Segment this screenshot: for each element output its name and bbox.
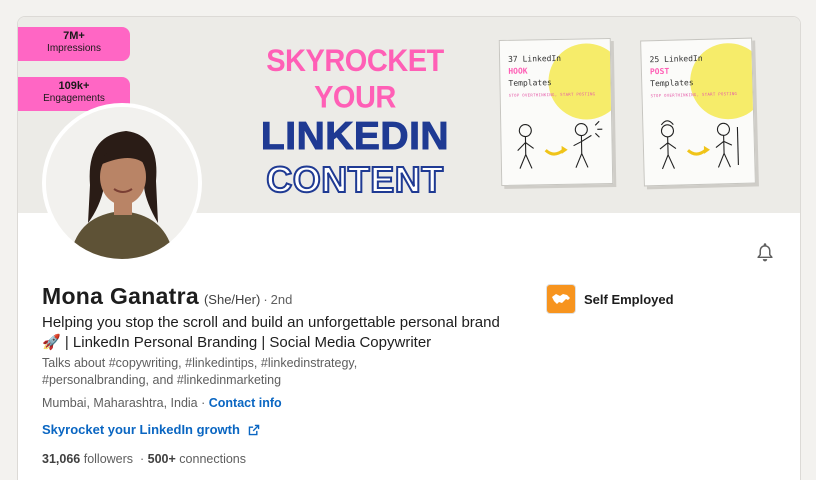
separator-dot: · bbox=[263, 292, 268, 307]
book-title: Templates bbox=[508, 78, 552, 88]
stick-figure-illustration bbox=[659, 120, 739, 170]
location-row: Mumbai, Maharashtra, India · Contact inf… bbox=[42, 396, 282, 410]
separator-dot: · bbox=[197, 396, 209, 410]
location: Mumbai, Maharashtra, India bbox=[42, 396, 198, 410]
stat-value: 7M+ bbox=[63, 30, 85, 42]
handshake-icon bbox=[546, 284, 576, 314]
external-link-label: Skyrocket your LinkedIn growth bbox=[42, 422, 240, 437]
company-name: Self Employed bbox=[584, 291, 674, 307]
connection-degree: 2nd bbox=[270, 292, 293, 307]
banner-headline-line1: SKYROCKET YOUR bbox=[266, 43, 444, 116]
talks-about: Talks about #copywriting, #linkedintips,… bbox=[42, 356, 358, 387]
connections-label[interactable]: connections bbox=[179, 452, 246, 466]
external-website-link[interactable]: Skyrocket your LinkedIn growth bbox=[42, 422, 261, 437]
book-title-key: HOOK bbox=[508, 66, 528, 76]
stat-label: Engagements bbox=[43, 93, 105, 104]
profile-name: Mona Ganatra bbox=[42, 283, 199, 309]
connections-count[interactable]: 500+ bbox=[148, 452, 176, 466]
stat-label: Impressions bbox=[47, 43, 101, 54]
handshake-glyph bbox=[552, 294, 570, 304]
profile-headline: Helping you stop the scroll and build an… bbox=[42, 314, 500, 351]
ebook-cover-post-templates: 25 LinkedIn POST Templates STOP OVERTHIN… bbox=[640, 37, 756, 187]
external-link-icon bbox=[248, 424, 260, 435]
book-title: Templates bbox=[650, 78, 694, 89]
book-title-key: POST bbox=[649, 66, 670, 77]
current-company[interactable]: Self Employed bbox=[546, 284, 674, 314]
stat-value: 109k+ bbox=[58, 80, 90, 92]
stick-figure-illustration bbox=[517, 120, 603, 169]
banner-headline: SKYROCKET YOUR LINKEDIN CONTENT bbox=[250, 43, 460, 201]
bell-icon[interactable] bbox=[754, 241, 776, 263]
book-title: 37 LinkedIn bbox=[507, 53, 562, 64]
followers-label: followers bbox=[83, 452, 134, 466]
pronouns: (She/Her) bbox=[203, 292, 261, 307]
profile-avatar[interactable] bbox=[42, 103, 202, 263]
profile-name-row: Mona Ganatra (She/Her) · 2nd bbox=[42, 283, 292, 310]
book-title: 25 LinkedIn bbox=[649, 53, 703, 65]
ebook-cover-hook-templates: 37 LinkedIn HOOK Templates STOP OVERTHIN… bbox=[498, 38, 614, 186]
separator-dot: · bbox=[140, 452, 145, 466]
profile-photo bbox=[46, 107, 198, 259]
network-stats: 31,066 followers · 500+ connections bbox=[42, 452, 246, 466]
banner-headline-line3: CONTENT bbox=[265, 158, 444, 201]
stat-badge-impressions: 7M+ Impressions bbox=[18, 27, 130, 61]
banner-headline-line2: LINKEDIN bbox=[260, 115, 450, 159]
contact-info-link[interactable]: Contact info bbox=[209, 396, 282, 410]
profile-card: 7M+ Impressions 109k+ Engagements SKYROC… bbox=[17, 16, 801, 480]
person-portrait-illustration bbox=[46, 107, 198, 259]
followers-count: 31,066 bbox=[42, 452, 81, 466]
